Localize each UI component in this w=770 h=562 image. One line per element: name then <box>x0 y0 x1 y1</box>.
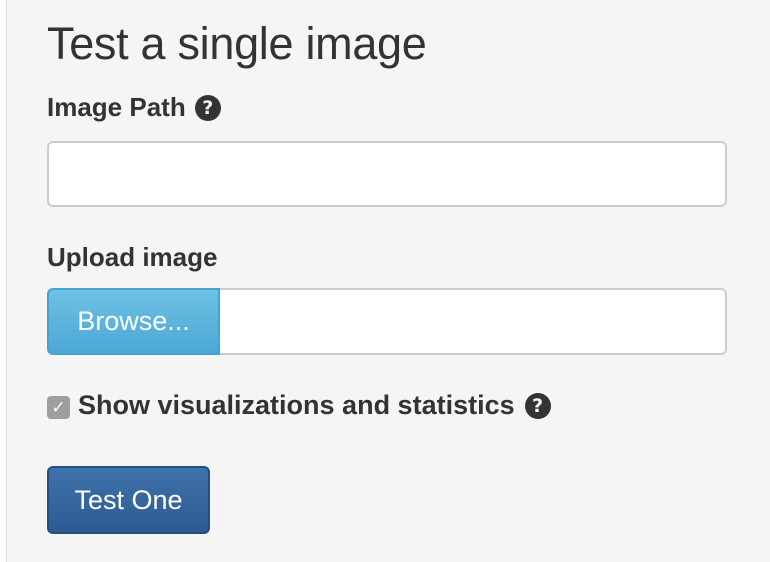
image-path-label-row: Image Path ? <box>47 92 221 123</box>
visualizations-checkbox-row: ✓ Show visualizations and statistics ? <box>47 390 551 421</box>
test-single-image-panel: Test a single image Image Path ? Upload … <box>6 0 770 562</box>
image-path-input[interactable] <box>47 141 727 207</box>
image-path-label: Image Path <box>47 92 186 122</box>
selected-file-field[interactable] <box>220 288 727 355</box>
question-circle-icon[interactable]: ? <box>194 94 221 121</box>
browse-button[interactable]: Browse... <box>47 288 220 355</box>
upload-image-label: Upload image <box>47 242 218 272</box>
test-one-button[interactable]: Test One <box>47 466 210 534</box>
page-title: Test a single image <box>47 18 427 69</box>
checkmark-icon: ✓ <box>51 397 66 418</box>
question-circle-icon[interactable]: ? <box>524 392 551 419</box>
visualizations-checkbox[interactable]: ✓ <box>47 396 70 419</box>
upload-image-label-row: Upload image <box>47 242 217 273</box>
visualizations-label[interactable]: Show visualizations and statistics <box>78 390 515 421</box>
file-upload-group: Browse... <box>47 288 727 355</box>
